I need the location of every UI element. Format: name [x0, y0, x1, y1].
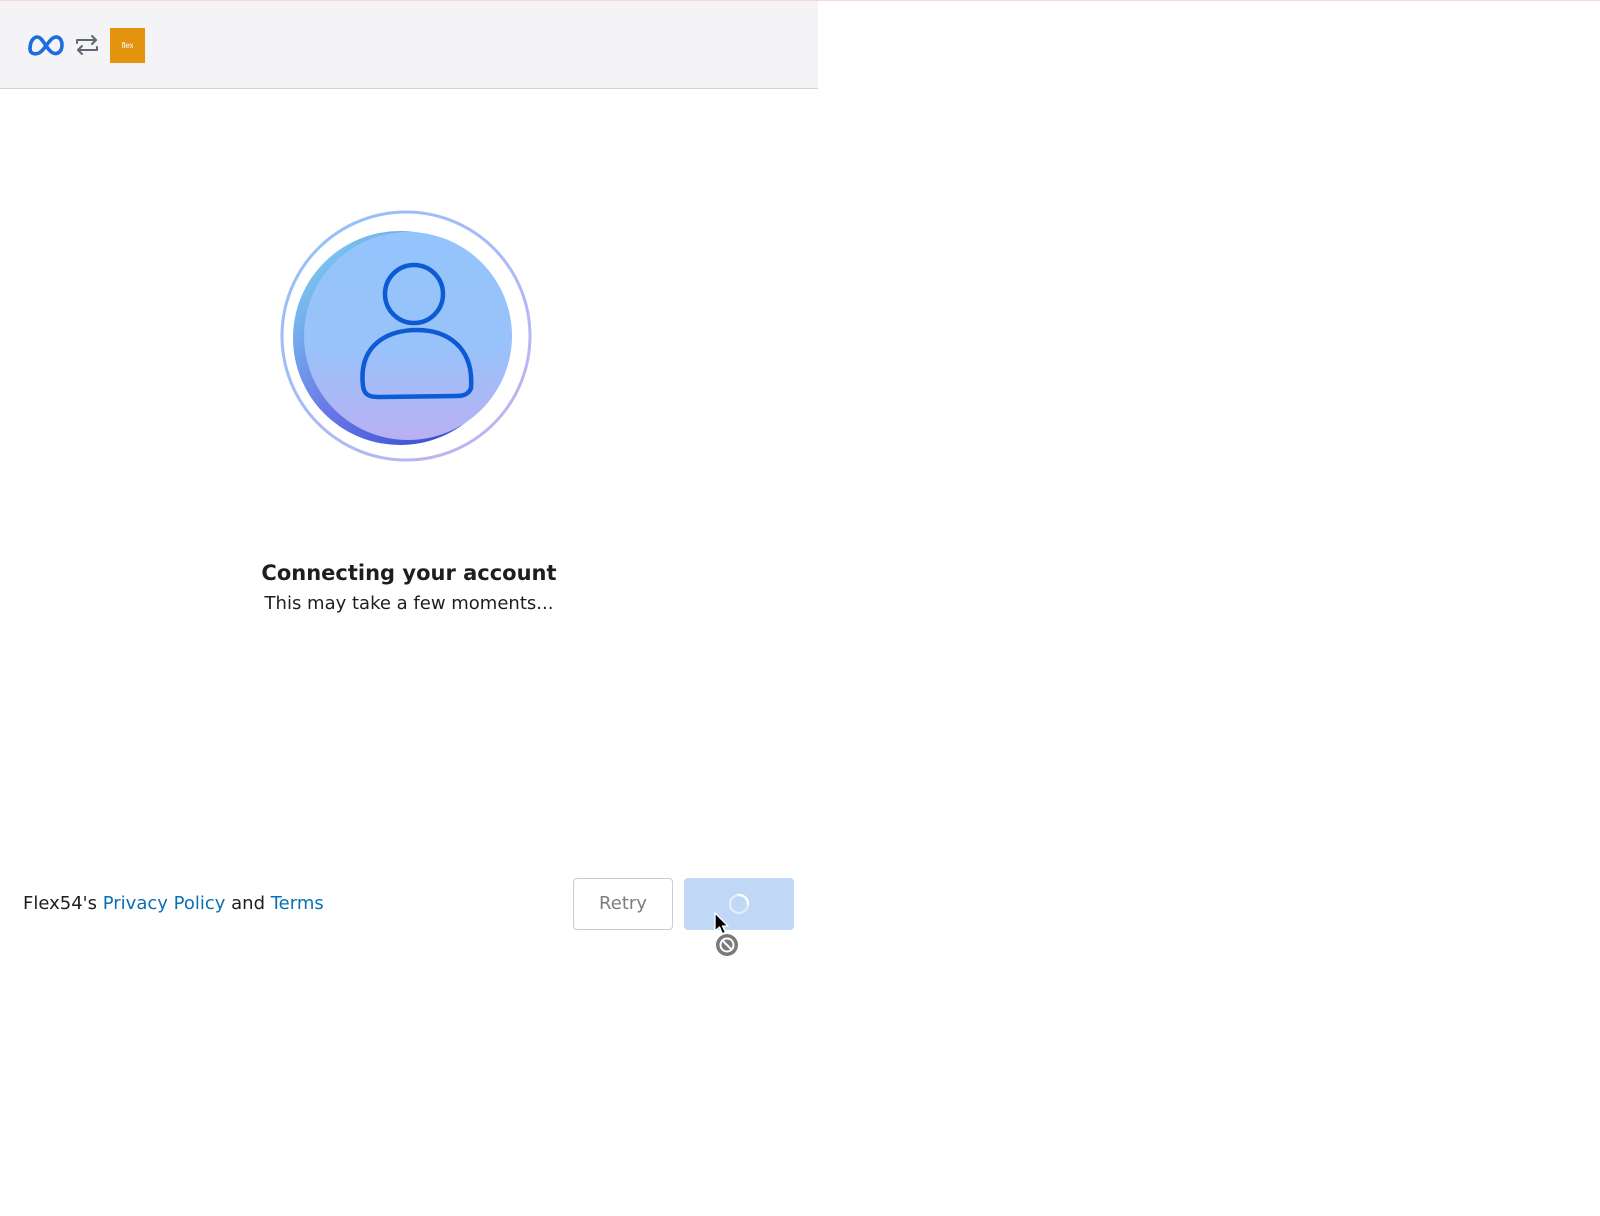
- flex-app-logo: flex: [110, 28, 145, 63]
- terms-link[interactable]: Terms: [271, 893, 324, 914]
- user-avatar-icon: [280, 210, 532, 462]
- footer-owner: Flex54's: [23, 893, 97, 914]
- footer-and: and: [231, 893, 266, 914]
- swap-arrows-icon: [76, 35, 98, 55]
- privacy-policy-link[interactable]: Privacy Policy: [103, 893, 226, 914]
- not-allowed-cursor-icon: [714, 912, 740, 958]
- dialog-subtitle: This may take a few moments...: [264, 593, 554, 614]
- dialog-header: flex: [0, 1, 818, 89]
- dialog-title: Connecting your account: [261, 561, 557, 585]
- connect-account-dialog: flex Connecting your account This may ta…: [0, 1, 818, 1216]
- retry-button[interactable]: Retry: [573, 878, 673, 930]
- meta-logo-icon: [28, 35, 64, 56]
- footer-legal-text: Flex54's Privacy Policy and Terms: [23, 893, 324, 914]
